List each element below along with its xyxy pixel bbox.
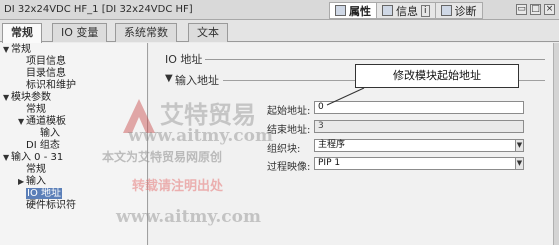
info-icon — [382, 5, 393, 16]
tree-item-input-0-31[interactable]: ▼ 输入 0 - 31 — [0, 152, 147, 164]
inspector-tabs: 属性 信息 i 诊断 — [329, 2, 483, 19]
tree-item-project-info[interactable]: 项目信息 — [0, 56, 147, 68]
tab-properties[interactable]: 属性 — [329, 2, 377, 19]
tab-io-tags[interactable]: IO 变量 — [52, 23, 108, 42]
tree-item-identification[interactable]: 标识和维护 — [0, 80, 147, 92]
info-suffix: i — [421, 4, 430, 17]
tree-item-channel-template[interactable]: ▼ 通道模板 — [0, 116, 147, 128]
tab-general[interactable]: 常规 — [2, 23, 42, 43]
window-titlebar: DI 32x24VDC HF_1 [DI 32x24VDC HF] 属性 信息 … — [0, 0, 559, 20]
callout-annotation: 修改模块起始地址 — [355, 64, 519, 88]
tab-texts[interactable]: 文本 — [188, 23, 228, 42]
restore-icon[interactable]: ▭ — [516, 4, 527, 15]
content-pane: IO 地址 ▼ 输入地址 起始地址: 0 结束地址: 3 组织块: 主程序 ▼ … — [149, 43, 553, 245]
window-title: DI 32x24VDC HF_1 [DI 32x24VDC HF] — [4, 4, 193, 15]
diagnostics-icon — [440, 5, 452, 16]
tree-item-module-general[interactable]: 常规 — [0, 104, 147, 116]
tree-item-di-config[interactable]: DI 组态 — [0, 140, 147, 152]
tree-item-hw-identifier[interactable]: 硬件标识符 — [0, 200, 147, 212]
tree-item-module-parameters[interactable]: ▼ 模块参数 — [0, 92, 147, 104]
expand-arrow-icon: ▼ — [18, 117, 25, 126]
close-icon[interactable]: × — [544, 4, 555, 15]
window-buttons: ▭ □ × — [516, 4, 555, 15]
property-tabbar: 常规 IO 变量 系统常数 文本 — [0, 20, 559, 43]
vertical-scrollbar[interactable] — [553, 43, 559, 245]
tab-system-constants[interactable]: 系统常数 — [115, 23, 177, 42]
tree-item-io-address[interactable]: IO 地址 — [0, 188, 147, 200]
tab-diagnostics[interactable]: 诊断 — [434, 2, 483, 19]
expand-arrow-icon: ▼ — [3, 93, 10, 102]
navigation-tree: ▼ 常规 项目信息 目录信息 标识和维护 ▼ 模块参数 常规 ▼ 通道模板 输入 DI… — [0, 43, 148, 245]
expand-arrow-icon: ▼ — [3, 45, 10, 54]
expand-arrow-icon: ▼ — [3, 153, 10, 162]
tab-properties-label: 属性 — [349, 4, 371, 18]
tree-item-template-input[interactable]: 输入 — [0, 128, 147, 140]
tree-item-general[interactable]: ▼ 常规 — [0, 44, 147, 56]
tab-info-label: 信息 — [396, 4, 418, 18]
maximize-icon[interactable]: □ — [530, 4, 541, 15]
tree-item-input[interactable]: ▶ 输入 — [0, 176, 147, 188]
tab-diagnostics-label: 诊断 — [454, 4, 477, 18]
tree-item-input-general[interactable]: 常规 — [0, 164, 147, 176]
tree-item-catalog-info[interactable]: 目录信息 — [0, 68, 147, 80]
properties-icon — [335, 5, 346, 16]
tab-info[interactable]: 信息 i — [376, 2, 436, 19]
collapse-arrow-icon: ▶ — [18, 177, 25, 186]
